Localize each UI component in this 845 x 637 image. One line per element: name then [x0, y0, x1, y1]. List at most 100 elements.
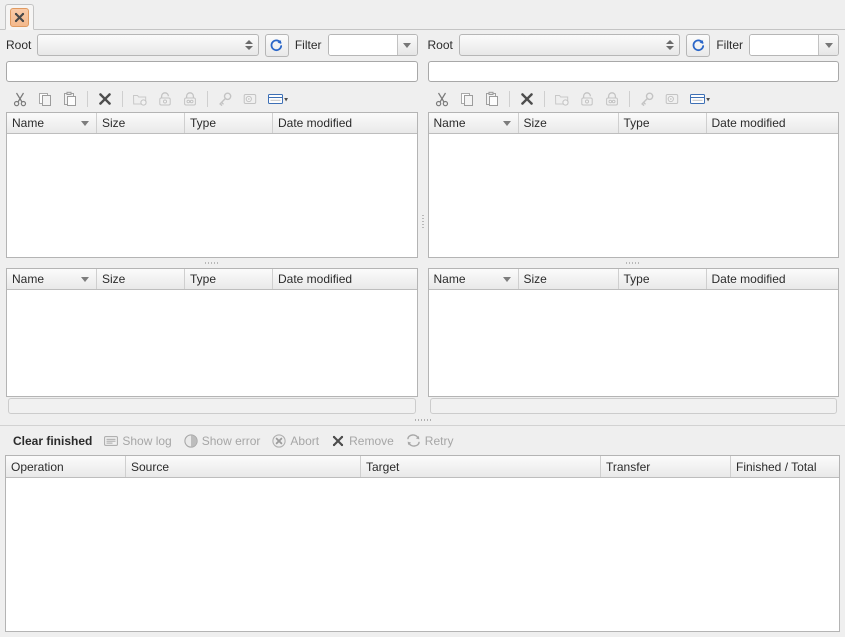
clear-finished-button[interactable]: Clear finished: [8, 432, 99, 450]
column-header-type[interactable]: Type: [619, 113, 707, 133]
column-header-name[interactable]: Name: [429, 113, 519, 133]
left-vertical-splitter[interactable]: [4, 258, 420, 268]
right-root-label: Root: [428, 38, 453, 52]
column-header-size[interactable]: Size: [519, 269, 619, 289]
delete-icon[interactable]: [93, 88, 117, 110]
tab-session-1[interactable]: [5, 4, 34, 30]
column-header-name[interactable]: Name: [429, 269, 519, 289]
column-header-date-modified[interactable]: Date modified: [707, 269, 839, 289]
column-header-type[interactable]: Type: [185, 113, 273, 133]
right-upper-file-list[interactable]: Name Size Type Date modified: [428, 112, 840, 258]
right-lower-list-wrap: Name Size Type Date modified: [426, 268, 842, 414]
paste-icon[interactable]: [480, 88, 504, 110]
left-filter-label: Filter: [295, 38, 322, 52]
column-header-operation[interactable]: Operation: [6, 456, 126, 477]
right-lower-file-rows[interactable]: [429, 290, 839, 396]
panes-row: Root Filter: [0, 30, 845, 414]
left-lower-file-list[interactable]: Name Size Type Date modified: [6, 268, 418, 397]
splitter-grip-icon: [422, 215, 424, 229]
column-header-date-modified[interactable]: Date modified: [707, 113, 839, 133]
cut-icon[interactable]: [430, 88, 454, 110]
folder-properties-icon[interactable]: [550, 88, 574, 110]
column-label: Size: [524, 116, 547, 130]
right-lower-file-list[interactable]: Name Size Type Date modified: [428, 268, 840, 397]
column-header-size[interactable]: Size: [97, 269, 185, 289]
column-header-size[interactable]: Size: [97, 113, 185, 133]
chevron-down-icon: [825, 43, 833, 48]
left-lower-file-rows[interactable]: [7, 290, 417, 396]
left-upper-file-rows[interactable]: [7, 134, 417, 257]
right-upper-file-rows[interactable]: [429, 134, 839, 257]
cut-icon[interactable]: [8, 88, 32, 110]
left-filter-box[interactable]: [328, 34, 418, 56]
column-header-transfer[interactable]: Transfer: [601, 456, 731, 477]
left-upper-file-list[interactable]: Name Size Type Date modified: [6, 112, 418, 258]
column-label: Size: [102, 116, 125, 130]
abort-icon: [272, 434, 286, 448]
right-filter-box[interactable]: [749, 34, 839, 56]
queue-rows[interactable]: [6, 478, 839, 631]
show-error-label: Show error: [202, 434, 261, 448]
column-label: Date modified: [278, 272, 352, 286]
view-mode-icon[interactable]: [263, 88, 293, 110]
lock-open-icon[interactable]: [153, 88, 177, 110]
transfer-queue-list[interactable]: Operation Source Target Transfer Finishe…: [5, 455, 840, 632]
left-refresh-button[interactable]: [265, 34, 289, 57]
column-label: Date modified: [712, 272, 786, 286]
column-header-source[interactable]: Source: [126, 456, 361, 477]
paste-icon[interactable]: [58, 88, 82, 110]
column-header-target[interactable]: Target: [361, 456, 601, 477]
column-header-type[interactable]: Type: [185, 269, 273, 289]
left-horizontal-scrollbar[interactable]: [8, 398, 416, 414]
right-horizontal-scrollbar[interactable]: [430, 398, 838, 414]
refresh-icon: [691, 38, 706, 53]
sort-desc-icon: [81, 121, 89, 126]
toolbar-separator: [87, 91, 88, 107]
right-root-combo[interactable]: [459, 34, 680, 56]
key-icon[interactable]: [213, 88, 237, 110]
right-path-input[interactable]: [428, 61, 840, 82]
left-filter-input[interactable]: [329, 35, 397, 55]
right-refresh-button[interactable]: [686, 34, 710, 57]
lock-open-icon[interactable]: [575, 88, 599, 110]
copy-icon[interactable]: [455, 88, 479, 110]
column-header-type[interactable]: Type: [619, 269, 707, 289]
column-header-date-modified[interactable]: Date modified: [273, 269, 417, 289]
folder-properties-icon[interactable]: [128, 88, 152, 110]
column-label: Operation: [11, 460, 64, 474]
show-log-button[interactable]: Show log: [99, 432, 178, 450]
remove-button[interactable]: Remove: [326, 432, 401, 450]
right-filter-input[interactable]: [750, 35, 818, 55]
delete-icon[interactable]: [515, 88, 539, 110]
transfer-queue-panel: Clear finished Show log: [0, 425, 845, 637]
right-path-row: [426, 60, 842, 86]
safe-icon[interactable]: [238, 88, 262, 110]
safe-icon[interactable]: [660, 88, 684, 110]
view-mode-icon[interactable]: [685, 88, 715, 110]
retry-button[interactable]: Retry: [401, 432, 461, 450]
column-header-finished-total[interactable]: Finished / Total: [731, 456, 839, 477]
show-error-button[interactable]: Show error: [179, 432, 268, 450]
left-filter-dropdown[interactable]: [397, 35, 417, 55]
retry-icon: [406, 434, 421, 447]
column-label: Target: [366, 460, 399, 474]
column-header-name[interactable]: Name: [7, 113, 97, 133]
key-icon[interactable]: [635, 88, 659, 110]
abort-button[interactable]: Abort: [267, 432, 326, 450]
left-upper-list-wrap: Name Size Type Date modified: [4, 112, 420, 258]
lock-closed-icon[interactable]: [600, 88, 624, 110]
column-header-name[interactable]: Name: [7, 269, 97, 289]
lock-closed-icon[interactable]: [178, 88, 202, 110]
right-vertical-splitter[interactable]: [426, 258, 842, 268]
column-label: Name: [12, 116, 44, 130]
copy-icon[interactable]: [33, 88, 57, 110]
main-horizontal-splitter[interactable]: [0, 414, 845, 425]
column-label: Transfer: [606, 460, 650, 474]
left-root-combo[interactable]: [37, 34, 258, 56]
column-header-size[interactable]: Size: [519, 113, 619, 133]
left-path-input[interactable]: [6, 61, 418, 82]
column-header-date-modified[interactable]: Date modified: [273, 113, 417, 133]
column-label: Size: [524, 272, 547, 286]
right-filter-dropdown[interactable]: [818, 35, 838, 55]
close-icon[interactable]: [10, 8, 29, 27]
